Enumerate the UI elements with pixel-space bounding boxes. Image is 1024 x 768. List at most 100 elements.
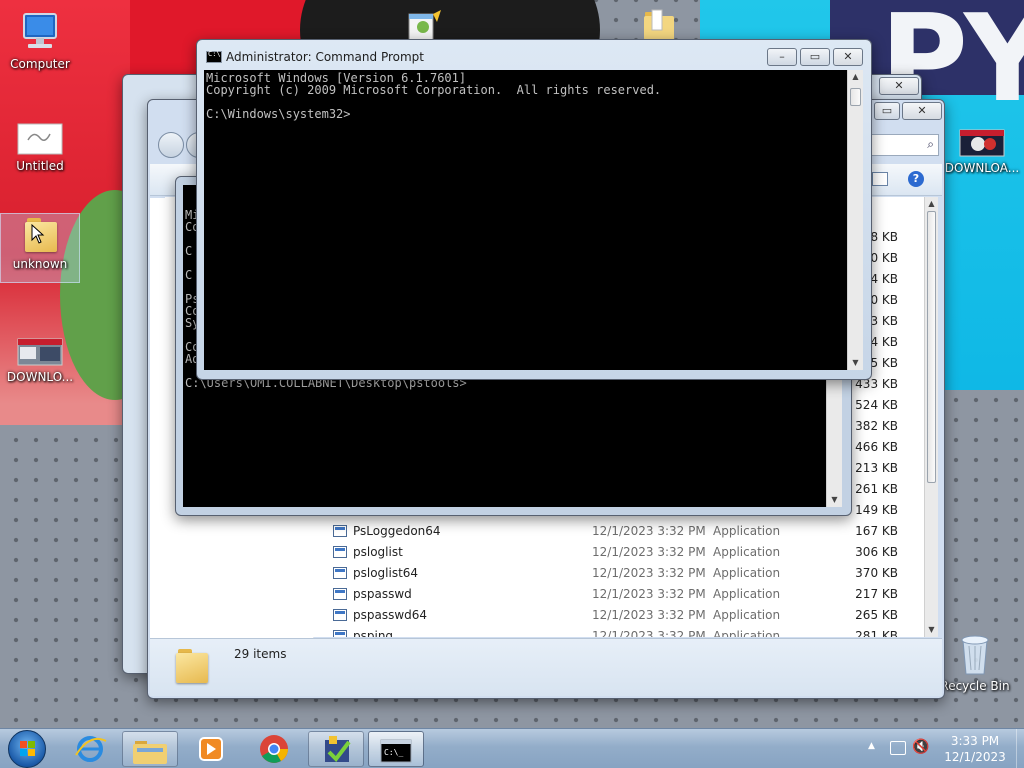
desktop-icon-download[interactable]: DOWNLO... [0, 337, 80, 384]
internet-explorer-icon [75, 736, 107, 762]
media-player-icon [199, 737, 223, 761]
desktop[interactable]: PYT Computer Untitled unknown DOWNLO... … [0, 0, 1024, 728]
maximize-button[interactable]: ▭ [800, 48, 830, 66]
start-button[interactable] [8, 730, 46, 768]
taskbar-media-player[interactable] [182, 731, 238, 767]
file-type: Application [713, 587, 781, 601]
file-name: psping [353, 629, 394, 637]
windows-logo-icon [20, 741, 35, 756]
file-row[interactable]: pspasswd 12/1/2023 3:32 PM Application 217 … [165, 584, 910, 605]
recycle-bin-icon [961, 635, 989, 675]
show-hidden-icons-button[interactable]: ▲ [868, 741, 875, 751]
file-type: Application [713, 524, 781, 538]
console-line-fragment: C [185, 244, 193, 258]
file-size: 261 KB [855, 482, 898, 496]
scrollbar-thumb[interactable] [927, 211, 936, 483]
desktop-icon-untitled[interactable]: Untitled [0, 122, 80, 173]
file-date: 12/1/2023 3:32 PM [592, 524, 706, 538]
scroll-up-arrow[interactable]: ▲ [848, 70, 863, 84]
folder-icon [133, 741, 167, 764]
console-line-fragment: C [185, 268, 193, 282]
application-icon [333, 588, 347, 600]
desktop-icon-recycle-bin[interactable]: Recycle Bin [935, 632, 1015, 693]
file-name: pspasswd [353, 587, 412, 601]
back-button[interactable] [158, 132, 184, 158]
search-box[interactable]: ⌕ [863, 134, 939, 156]
close-button[interactable]: ✕ [833, 48, 863, 66]
file-row[interactable]: psloglist 12/1/2023 3:32 PM Application 306… [165, 542, 910, 563]
taskbar-windows-explorer[interactable] [122, 731, 178, 767]
file-date: 12/1/2023 3:32 PM [592, 608, 706, 622]
cmd-output: Microsoft Windows [Version 6.1.7601] Copy… [206, 72, 661, 120]
scroll-down-arrow[interactable]: ▼ [848, 356, 863, 370]
file-name: PsLoggedon64 [353, 524, 441, 538]
cmd-scrollbar[interactable]: ▲ ▼ [847, 70, 863, 370]
file-date: 12/1/2023 3:32 PM [592, 545, 706, 559]
file-size: 213 KB [855, 461, 898, 475]
maximize-button[interactable]: ▭ [874, 102, 900, 120]
volume-muted-icon[interactable]: 🔇 [912, 739, 929, 755]
file-list-scrollbar[interactable]: ▲ ▼ [924, 197, 938, 637]
minimize-button[interactable]: – [767, 48, 797, 66]
taskbar-chrome[interactable] [246, 731, 302, 767]
close-button[interactable]: ✕ [879, 77, 919, 95]
help-icon[interactable]: ? [908, 171, 924, 187]
desktop-icon-label: DOWNLOA... [944, 161, 1020, 175]
scroll-down-arrow[interactable]: ▼ [827, 493, 842, 507]
file-row[interactable]: psloglist64 12/1/2023 3:32 PM Application 3… [165, 563, 910, 584]
network-icon[interactable] [890, 741, 906, 755]
file-size: 524 KB [855, 398, 898, 412]
file-row[interactable]: psping 12/1/2023 3:32 PM Application 281 KB [165, 626, 910, 637]
computer-icon [23, 13, 57, 48]
taskbar-internet-explorer[interactable] [62, 731, 118, 767]
notepad-icon[interactable] [407, 10, 443, 41]
file-date: 12/1/2023 3:32 PM [592, 566, 706, 580]
file-size: 149 KB [855, 503, 898, 517]
view-mode-icon[interactable] [872, 172, 888, 186]
svg-text:C:\_: C:\_ [384, 748, 403, 757]
clock-time: 3:33 PM [950, 734, 1000, 748]
cmd-console[interactable]: Microsoft Windows [Version 6.1.7601] Copy… [204, 70, 847, 370]
scroll-down-arrow[interactable]: ▼ [925, 623, 938, 637]
cmd-window-main[interactable]: C:\ Administrator: Command Prompt – ▭ ✕ … [196, 39, 872, 380]
file-type: Application [713, 608, 781, 622]
file-type: Application [713, 629, 781, 637]
application-icon [333, 567, 347, 579]
checklist-icon [325, 736, 351, 763]
scroll-up-arrow[interactable]: ▲ [925, 197, 938, 211]
desktop-icon-label: DOWNLO... [6, 370, 74, 384]
file-size: 466 KB [855, 440, 898, 454]
taskbar-command-prompt[interactable]: C:\_ [368, 731, 424, 767]
file-row[interactable]: pspasswd64 12/1/2023 3:32 PM Application 26… [165, 605, 910, 626]
status-bar: 29 items [150, 638, 942, 696]
item-count: 29 items [234, 647, 287, 661]
application-icon [333, 630, 347, 637]
scrollbar-thumb[interactable] [850, 88, 861, 106]
folder-icon[interactable] [642, 8, 676, 40]
desktop-icon-download-2[interactable]: DOWNLOA... [940, 128, 1024, 175]
clock-date: 12/1/2023 [944, 750, 1006, 764]
file-size: 370 KB [855, 566, 898, 580]
cmd-title-icon: C:\ [206, 50, 222, 63]
file-size: 167 KB [855, 524, 898, 538]
file-name: pspasswd64 [353, 608, 428, 622]
file-size: 217 KB [855, 587, 898, 601]
desktop-icon-label: Computer [10, 57, 70, 71]
clock[interactable]: 3:33 PM 12/1/2023 [936, 733, 1014, 765]
desktop-icon-computer[interactable]: Computer [0, 10, 80, 71]
desktop-icon-label: Recycle Bin [940, 679, 1010, 693]
application-icon [333, 525, 347, 537]
file-type: Application [713, 545, 781, 559]
close-button[interactable]: ✕ [902, 102, 942, 120]
taskbar-checklist-app[interactable] [308, 731, 364, 767]
file-name: psloglist64 [353, 566, 419, 580]
file-row[interactable]: PsLoggedon64 12/1/2023 3:32 PM Application… [165, 521, 910, 542]
show-desktop-button[interactable] [1016, 729, 1024, 768]
screenshot-thumbnail-icon [959, 129, 1005, 157]
application-icon [333, 609, 347, 621]
file-size: 8 KB [870, 230, 898, 244]
file-date: 12/1/2023 3:32 PM [592, 629, 706, 637]
taskbar: C:\_ ▲ 🔇 3:33 PM 12/1/2023 [0, 728, 1024, 768]
desktop-icon-label: unknown [12, 257, 68, 271]
cmd-title: Administrator: Command Prompt [226, 50, 424, 64]
